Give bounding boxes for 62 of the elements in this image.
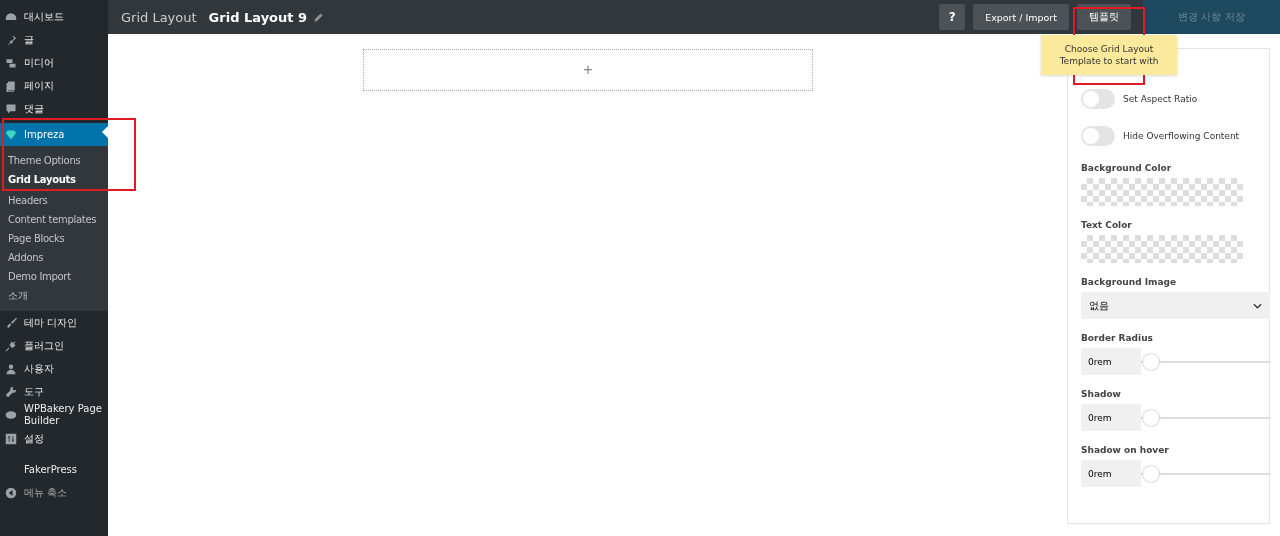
sidebar-item[interactable]: FakerPress (0, 458, 108, 481)
sidebar-item[interactable]: 플러그인 (0, 334, 108, 357)
dashboard-icon (5, 10, 17, 23)
chevron-down-icon (1253, 302, 1262, 309)
breadcrumb[interactable]: Grid Layout (121, 9, 197, 25)
sidebar-item[interactable]: 댓글 (0, 97, 108, 120)
toggle-label: Hide Overflowing Content (1123, 131, 1240, 141)
field-label: Border Radius (1081, 333, 1154, 343)
collapse-icon (5, 486, 17, 499)
submenu-item[interactable]: Grid Layouts (0, 170, 108, 189)
layout-title: Grid Layout 9 (208, 9, 308, 25)
plug-icon (5, 339, 17, 352)
slider-thumb[interactable] (1143, 465, 1159, 482)
gem-icon (5, 128, 17, 141)
value-field[interactable]: 0rem (1081, 348, 1141, 375)
sidebar-item[interactable]: Impreza (0, 123, 108, 146)
submenu-item[interactable]: Theme Options (0, 151, 108, 170)
field-label: Shadow on hover (1081, 445, 1170, 455)
submenu-item[interactable]: Content templates (0, 210, 108, 229)
toolbar-button[interactable]: Export / Import (973, 4, 1069, 30)
sidebar-item[interactable]: 글 (0, 28, 108, 51)
field-label: Text Color (1081, 220, 1133, 230)
wrench-icon (5, 385, 17, 398)
field-label: Background Image (1081, 277, 1178, 287)
value-field[interactable]: 0rem (1081, 460, 1141, 487)
pin-icon (5, 33, 17, 46)
help-button[interactable]: ? (939, 4, 966, 30)
submenu-item[interactable]: Addons (0, 248, 108, 267)
submenu-item[interactable]: Demo Import (0, 267, 108, 286)
toolbar-button[interactable]: 템플릿 (1077, 4, 1131, 30)
slider-thumb[interactable] (1143, 409, 1159, 426)
field-label: Shadow (1081, 389, 1122, 399)
current-page-arrow (102, 126, 108, 138)
field-label: Background Color (1081, 163, 1173, 173)
edit-icon[interactable] (313, 11, 325, 23)
user-icon (5, 362, 17, 375)
sidebar-item[interactable]: 미디어 (0, 51, 108, 74)
toggle-switch[interactable] (1081, 126, 1115, 146)
sidebar-item[interactable]: 페이지 (0, 74, 108, 97)
submenu-item[interactable]: Page Blocks (0, 229, 108, 248)
sidebar-item[interactable]: WPBakery Page Builder (0, 403, 108, 427)
toggle-switch[interactable] (1081, 89, 1115, 109)
sidebar-item[interactable]: 테마 디자인 (0, 311, 108, 334)
add-row-button[interactable]: + (363, 49, 813, 91)
sidebar-item[interactable]: 사용자 (0, 357, 108, 380)
submenu-item[interactable]: Headers (0, 191, 108, 210)
comment-icon (5, 102, 17, 115)
toggle-label: Set Aspect Ratio (1123, 94, 1198, 104)
slider-thumb[interactable] (1143, 353, 1159, 370)
submenu-item[interactable]: 소개 (0, 286, 108, 305)
sidebar-item[interactable]: 도구 (0, 380, 108, 403)
sidebar-item[interactable]: 설정 (0, 427, 108, 450)
page-icon (5, 79, 17, 92)
cloud-icon (5, 409, 17, 421)
settings-icon (5, 432, 17, 445)
sidebar-item[interactable]: 메뉴 축소 (0, 481, 108, 504)
media-icon (5, 56, 17, 69)
select-field[interactable]: 없음 (1081, 292, 1270, 319)
brush-icon (5, 316, 17, 329)
sidebar-item[interactable]: 대시보드 (0, 5, 108, 28)
tooltip: Choose Grid Layout Template to start with (1041, 35, 1177, 75)
value-field[interactable]: 0rem (1081, 404, 1141, 431)
